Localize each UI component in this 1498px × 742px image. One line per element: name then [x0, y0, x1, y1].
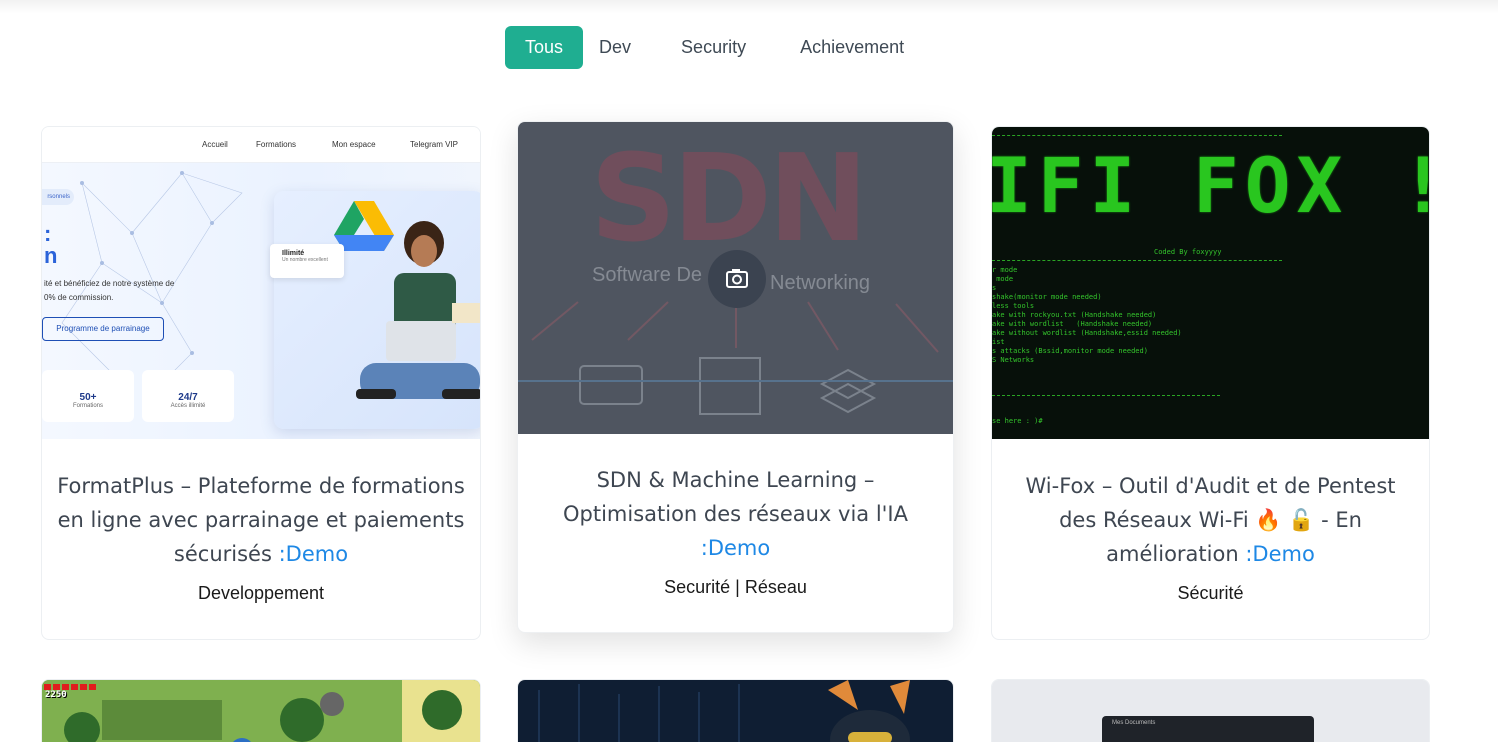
thumb-stat: 50+ Formations — [42, 370, 134, 422]
project-thumbnail: IFI FOX !! Coded By foxyyyy r mode mode … — [992, 127, 1429, 439]
project-title-text: SDN & Machine Learning – Optimisation de… — [562, 468, 908, 526]
project-category: Developpement — [197, 583, 325, 603]
filter-tab-dev[interactable]: Dev — [583, 26, 647, 69]
thumb-badge-title: Illimité — [282, 250, 305, 257]
thumb-banner: IFI FOX !! — [992, 141, 1429, 230]
thumb-stat-label: Formations — [72, 403, 103, 409]
thumb-stat: 24/7 Accès illimité — [142, 370, 234, 422]
thumb-text: 0% de commission. — [44, 293, 114, 302]
thumb-terminal-menu: r mode mode s shake(monitor mode needed)… — [992, 266, 1182, 364]
project-title: FormatPlus – Plateforme de formations en… — [42, 469, 480, 571]
project-card-formatplus[interactable]: Accueil Formations Mon espace Telegram V… — [41, 126, 481, 640]
filter-tab-tous[interactable]: Tous — [505, 26, 584, 69]
project-card-game[interactable]: 2250 — [41, 679, 481, 742]
project-card-dark[interactable] — [517, 679, 954, 742]
terminal-divider — [992, 395, 1220, 396]
thumb-nav-item: Formations — [256, 140, 297, 149]
project-title: SDN & Machine Learning – Optimisation de… — [518, 463, 953, 565]
thumb-referral-button: Programme de parrainage — [42, 317, 164, 341]
demo-link[interactable]: :Demo — [701, 536, 770, 560]
thumb-pill: rsonnels — [42, 189, 74, 205]
project-card-sdn[interactable]: SDN Software De Networking SDN & Machine… — [517, 121, 954, 633]
thumb-stat-label: Accès illimité — [170, 403, 206, 409]
project-title: Wi-Fox – Outil d'Audit et de Pentest des… — [992, 469, 1429, 571]
project-category: Securité | Réseau — [664, 577, 807, 597]
card-body: Wi-Fox – Outil d'Audit et de Pentest des… — [992, 469, 1429, 604]
filter-tab-security[interactable]: Security — [665, 26, 762, 69]
project-card-wifox[interactable]: IFI FOX !! Coded By foxyyyy r mode mode … — [991, 126, 1430, 640]
thumb-badge-sub: Un nombre excellent — [282, 257, 328, 263]
thumb-terminal-prompt: se here : )# — [992, 417, 1043, 425]
filter-tabs: Tous Dev Security Achievement — [505, 26, 920, 69]
thumb-badge: Illimité Un nombre excellent — [270, 244, 344, 278]
demo-link[interactable]: :Demo — [1245, 542, 1314, 566]
project-title-text: Wi-Fox – Outil d'Audit et de Pentest des… — [1025, 474, 1396, 566]
window-mockup: Mes Documents — [1102, 716, 1314, 742]
student-illustration — [334, 201, 480, 399]
header-shadow — [0, 0, 1498, 14]
card-body: FormatPlus – Plateforme de formations en… — [42, 469, 480, 604]
demo-link[interactable]: :Demo — [279, 542, 348, 566]
project-thumbnail: SDN Software De Networking — [518, 122, 953, 434]
game-score: 2250 — [45, 690, 67, 700]
thumb-nav-item: Mon espace — [332, 140, 376, 149]
filter-tab-achievement[interactable]: Achievement — [784, 26, 920, 69]
thumb-nav-item: Accueil — [202, 140, 228, 149]
terminal-divider — [992, 260, 1282, 261]
thumb-stat-value: 24/7 — [178, 392, 198, 403]
window-title: Mes Documents — [1112, 720, 1156, 726]
thumb-nav-item: Telegram VIP — [410, 140, 459, 149]
card-body: SDN & Machine Learning – Optimisation de… — [518, 463, 953, 598]
project-title-text: FormatPlus – Plateforme de formations en… — [57, 474, 465, 566]
thumb-hero-panel — [274, 191, 480, 429]
terminal-divider — [992, 135, 1282, 136]
project-thumbnail: Mes Documents — [992, 680, 1429, 742]
thumb-coded-by: Coded By foxyyyy — [1154, 248, 1222, 256]
pixel-game-scene — [42, 680, 480, 742]
project-card-desktop[interactable]: Mes Documents — [991, 679, 1430, 742]
thumb-stat-value: 50+ — [79, 392, 97, 403]
project-thumbnail: Accueil Formations Mon espace Telegram V… — [42, 127, 480, 439]
project-thumbnail — [518, 680, 953, 742]
thumb-text: ité et bénéficiez de notre système de — [44, 279, 175, 288]
character-illustration — [538, 680, 910, 742]
project-thumbnail: 2250 — [42, 680, 480, 742]
thumb-navbar: Accueil Formations Mon espace Telegram V… — [42, 127, 480, 163]
project-category: Sécurité — [1177, 583, 1244, 603]
thumb-heading: n — [44, 243, 58, 268]
camera-icon[interactable] — [708, 250, 766, 308]
